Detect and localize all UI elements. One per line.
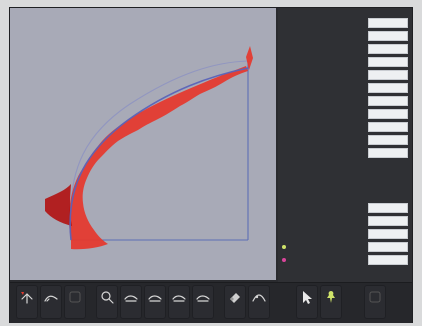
property-value-field[interactable] xyxy=(368,148,408,158)
property-value-field[interactable] xyxy=(368,229,408,239)
cursor-icon xyxy=(299,289,315,305)
measure-icon xyxy=(147,289,163,305)
property-label xyxy=(288,217,358,225)
curvature-visualization[interactable] xyxy=(10,8,276,280)
secondary-arc xyxy=(70,60,249,231)
property-row xyxy=(282,122,408,132)
property-label xyxy=(288,84,358,92)
curve-icon xyxy=(251,289,267,305)
toolbar-button[interactable] xyxy=(296,285,318,319)
toolbar-button-label xyxy=(192,308,214,316)
bottom-toolbar xyxy=(10,282,412,323)
toolbar-button[interactable] xyxy=(120,285,142,319)
toolbar-button[interactable] xyxy=(224,285,246,319)
blank-icon xyxy=(67,289,83,305)
toolbar-button[interactable] xyxy=(16,285,38,319)
curvature-heatmap-core xyxy=(45,184,72,226)
property-label xyxy=(288,32,358,40)
property-value-field[interactable] xyxy=(368,216,408,226)
property-row xyxy=(282,148,408,158)
property-label xyxy=(288,230,358,238)
toolbar-button[interactable] xyxy=(40,285,62,319)
app-window xyxy=(10,8,412,323)
toolbar-button[interactable] xyxy=(168,285,190,319)
property-value-field[interactable] xyxy=(368,83,408,93)
property-value-field[interactable] xyxy=(368,109,408,119)
blank-icon xyxy=(367,289,383,305)
endpoint-flare xyxy=(246,46,253,70)
property-label xyxy=(288,110,358,118)
property-row xyxy=(282,18,408,28)
property-value-field[interactable] xyxy=(368,122,408,132)
property-row xyxy=(282,70,408,80)
toolbar-button-label xyxy=(296,308,318,316)
toolbar-button[interactable] xyxy=(96,285,118,319)
property-label xyxy=(288,136,358,144)
toolbar-button[interactable] xyxy=(192,285,214,319)
toolbar-button-label xyxy=(248,308,270,316)
property-value-field[interactable] xyxy=(368,57,408,67)
curvature-heatmap xyxy=(68,66,249,250)
property-label xyxy=(288,45,358,53)
toolbar-button-label xyxy=(64,308,86,316)
property-row xyxy=(282,255,408,265)
viewport[interactable] xyxy=(10,8,278,282)
toolbar-button-label xyxy=(144,308,166,316)
toolbar-button-label xyxy=(224,308,246,316)
property-label xyxy=(288,71,358,79)
toolbar-button[interactable] xyxy=(320,285,342,319)
toolbar-button-label xyxy=(16,308,38,316)
property-value-field[interactable] xyxy=(368,135,408,145)
toolbar-button[interactable] xyxy=(248,285,270,319)
property-row xyxy=(282,96,408,106)
property-label xyxy=(288,149,358,157)
toolbar-button-label xyxy=(320,308,342,316)
marker-dot-icon xyxy=(282,245,286,249)
property-label xyxy=(288,123,358,131)
toolbar-button-label xyxy=(168,308,190,316)
measure-icon xyxy=(123,289,139,305)
measure-icon xyxy=(171,289,187,305)
property-label xyxy=(288,58,358,66)
property-row xyxy=(282,57,408,67)
toolbar-button-label xyxy=(40,308,62,316)
property-row xyxy=(282,203,408,213)
property-row xyxy=(282,83,408,93)
toolbar-button-label xyxy=(120,308,142,316)
property-value-field[interactable] xyxy=(368,44,408,54)
property-value-field[interactable] xyxy=(368,242,408,252)
property-row xyxy=(282,44,408,54)
property-value-field[interactable] xyxy=(368,255,408,265)
toolbar-button-label xyxy=(364,308,386,316)
sketch-icon xyxy=(43,289,59,305)
property-row xyxy=(282,109,408,119)
marker-dot-icon xyxy=(282,258,286,262)
toolbar-button[interactable] xyxy=(144,285,166,319)
zoom-icon xyxy=(99,289,115,305)
property-label xyxy=(288,243,358,251)
property-label xyxy=(288,256,358,264)
toolbar-button[interactable] xyxy=(364,285,386,319)
property-value-field[interactable] xyxy=(368,31,408,41)
property-value-field[interactable] xyxy=(368,70,408,80)
toolbar-button[interactable] xyxy=(64,285,86,319)
properties-panel xyxy=(278,8,412,322)
property-row xyxy=(282,216,408,226)
property-value-field[interactable] xyxy=(368,96,408,106)
property-label xyxy=(288,19,358,27)
property-row xyxy=(282,242,408,252)
property-row xyxy=(282,229,408,239)
property-row xyxy=(282,31,408,41)
pin-icon xyxy=(323,289,339,305)
measure-icon xyxy=(195,289,211,305)
pan-icon xyxy=(19,289,35,305)
property-label xyxy=(288,204,358,212)
property-value-field[interactable] xyxy=(368,18,408,28)
toolbar-button-label xyxy=(96,308,118,316)
property-label xyxy=(288,97,358,105)
eraser-icon xyxy=(227,289,243,305)
property-value-field[interactable] xyxy=(368,203,408,213)
property-row xyxy=(282,135,408,145)
